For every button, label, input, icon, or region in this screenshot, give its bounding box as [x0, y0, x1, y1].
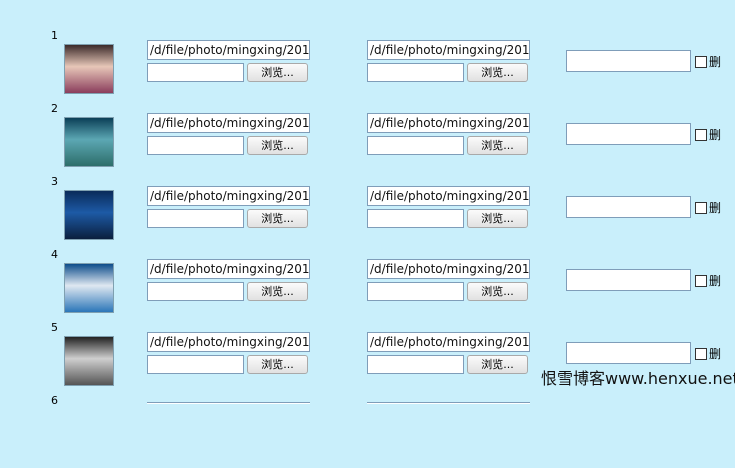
- image-browse-button[interactable]: 浏览...: [247, 63, 308, 82]
- image-row: 3/d/file/photo/mingxing/2010- 浏览... /d/fil…: [0, 176, 735, 249]
- image-browse-button[interactable]: 浏览...: [247, 136, 308, 155]
- thumb-browse-button[interactable]: 浏览...: [467, 63, 528, 82]
- image-row: 2/d/file/photo/mingxing/2010- 浏览... /d/fil…: [0, 103, 735, 176]
- thumb-path-field[interactable]: /d/file/photo/mingxing/2010-: [367, 113, 530, 133]
- thumb-browse-button[interactable]: 浏览...: [467, 136, 528, 155]
- caption-input[interactable]: [566, 123, 691, 145]
- caption-input[interactable]: [566, 196, 691, 218]
- image-row: 1/d/file/photo/mingxing/2010- 浏览... /d/fil…: [0, 30, 735, 103]
- thumbnail-image: [64, 336, 114, 386]
- image-path-field[interactable]: /d/file/photo/mingxing/2010-: [147, 113, 310, 133]
- thumb-path-field[interactable]: /d/file/photo/mingxing/2010-: [367, 259, 530, 279]
- caption-input[interactable]: [566, 50, 691, 72]
- delete-label: 删: [709, 55, 722, 69]
- image-row: 4/d/file/photo/mingxing/2010- 浏览... /d/fil…: [0, 249, 735, 322]
- thumb-browse-button[interactable]: 浏览...: [467, 282, 528, 301]
- image-file-input[interactable]: [147, 282, 244, 301]
- delete-checkbox[interactable]: [695, 56, 707, 68]
- thumb-browse-button[interactable]: 浏览...: [467, 355, 528, 374]
- image-path-field[interactable]: /d/file/photo/mingxing/2010-: [147, 186, 310, 206]
- caption-input[interactable]: [566, 342, 691, 364]
- image-browse-button[interactable]: 浏览...: [247, 282, 308, 301]
- thumb-file-input[interactable]: [367, 355, 464, 374]
- image-browse-button[interactable]: 浏览...: [247, 209, 308, 228]
- thumbnail-image: [64, 190, 114, 240]
- thumbnail-image: [64, 263, 114, 313]
- image-path-field[interactable]: /d/file/photo/mingxing/2010-: [147, 40, 310, 60]
- thumb-browse-button[interactable]: 浏览...: [467, 209, 528, 228]
- row-number: 6: [51, 394, 58, 407]
- thumb-path-field[interactable]: /d/file/photo/mingxing/2010-: [367, 186, 530, 206]
- image-file-input[interactable]: [147, 63, 244, 82]
- delete-label: 删: [709, 201, 722, 215]
- row-number: 1: [51, 29, 58, 42]
- image-path-field[interactable]: /d/file/photo/mingxing/2010-: [147, 259, 310, 279]
- delete-checkbox[interactable]: [695, 275, 707, 287]
- image-path-field[interactable]: /d/file/photo/mingxing/2010-: [147, 332, 310, 352]
- row-number: 4: [51, 248, 58, 261]
- image-file-input[interactable]: [147, 136, 244, 155]
- thumb-file-input[interactable]: [367, 63, 464, 82]
- row-number: 2: [51, 102, 58, 115]
- image-browse-button[interactable]: 浏览...: [247, 355, 308, 374]
- thumb-file-input[interactable]: [367, 136, 464, 155]
- delete-checkbox[interactable]: [695, 202, 707, 214]
- thumb-file-input[interactable]: [367, 282, 464, 301]
- thumb-file-input[interactable]: [367, 209, 464, 228]
- thumb-path-field[interactable]: /d/file/photo/mingxing/2010-: [367, 332, 530, 352]
- watermark-text: 恨雪博客www.henxue.net: [541, 369, 735, 388]
- delete-label: 删: [709, 347, 722, 361]
- thumbnail-image: [64, 117, 114, 167]
- image-file-input[interactable]: [147, 209, 244, 228]
- delete-label: 删: [709, 274, 722, 288]
- row-number: 3: [51, 175, 58, 188]
- delete-checkbox[interactable]: [695, 348, 707, 360]
- delete-label: 删: [709, 128, 722, 142]
- thumbnail-image: [64, 44, 114, 94]
- image-file-input[interactable]: [147, 355, 244, 374]
- caption-input[interactable]: [566, 269, 691, 291]
- delete-checkbox[interactable]: [695, 129, 707, 141]
- row-number: 5: [51, 321, 58, 334]
- image-row: 6: [0, 395, 735, 468]
- thumb-path-field[interactable]: /d/file/photo/mingxing/2010-: [367, 40, 530, 60]
